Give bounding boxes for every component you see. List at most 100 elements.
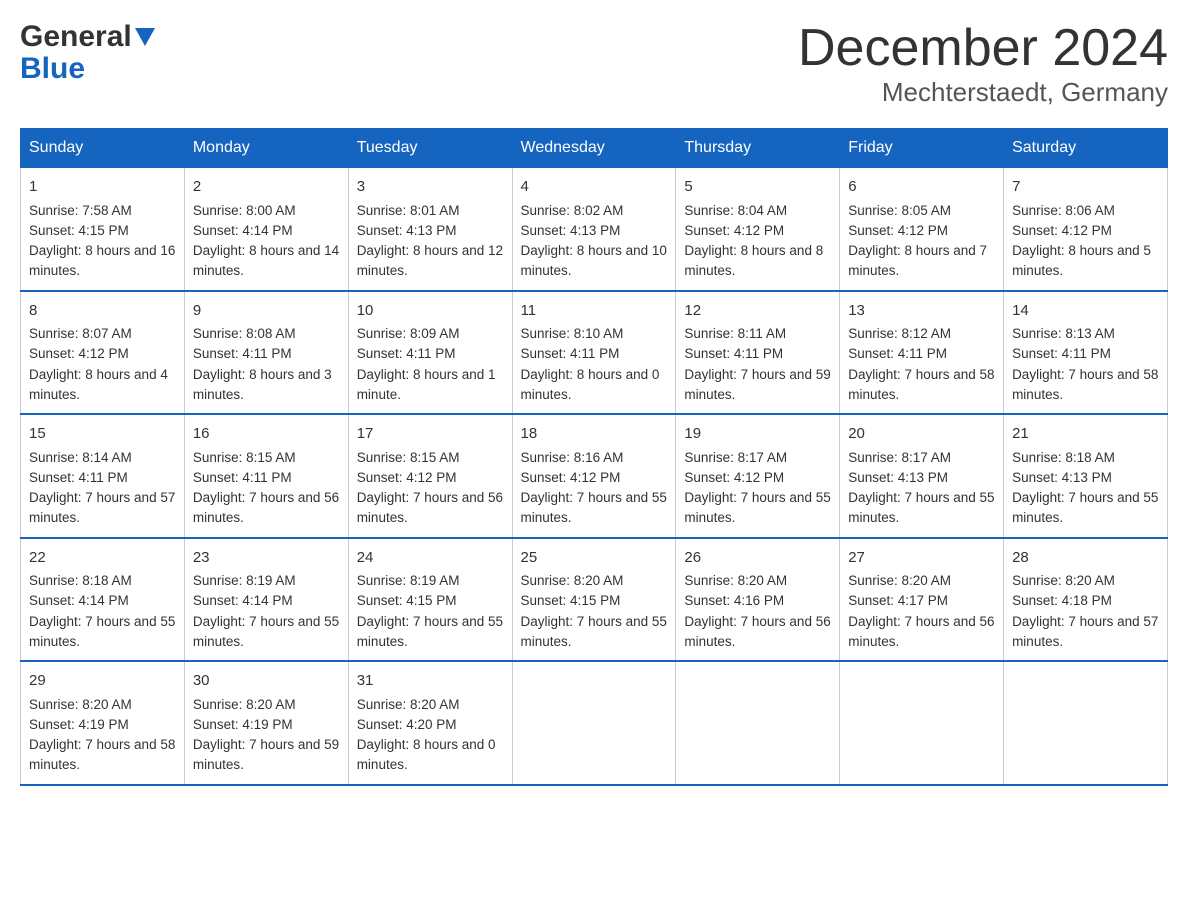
title-block: December 2024 Mechterstaedt, Germany: [798, 20, 1168, 108]
calendar-cell: [512, 661, 676, 785]
daylight-text: Daylight: 7 hours and 55 minutes.: [357, 614, 503, 649]
day-number: 24: [357, 547, 504, 570]
sunrise-text: Sunrise: 8:20 AM: [29, 697, 132, 712]
daylight-text: Daylight: 8 hours and 16 minutes.: [29, 243, 175, 278]
page-header: General Blue December 2024 Mechterstaedt…: [20, 20, 1168, 108]
sunset-text: Sunset: 4:15 PM: [521, 593, 621, 608]
sunrise-text: Sunrise: 8:14 AM: [29, 450, 132, 465]
week-row-4: 22Sunrise: 8:18 AMSunset: 4:14 PMDayligh…: [21, 538, 1168, 662]
day-number: 14: [1012, 300, 1159, 323]
daylight-text: Daylight: 8 hours and 4 minutes.: [29, 367, 168, 402]
sunset-text: Sunset: 4:11 PM: [193, 346, 292, 361]
sunset-text: Sunset: 4:12 PM: [1012, 223, 1112, 238]
day-number: 6: [848, 176, 995, 199]
sunrise-text: Sunrise: 8:09 AM: [357, 326, 460, 341]
daylight-text: Daylight: 8 hours and 0 minutes.: [521, 367, 660, 402]
calendar-cell: 5Sunrise: 8:04 AMSunset: 4:12 PMDaylight…: [676, 168, 840, 291]
daylight-text: Daylight: 7 hours and 55 minutes.: [521, 614, 667, 649]
sunrise-text: Sunrise: 8:20 AM: [684, 573, 787, 588]
calendar-cell: 27Sunrise: 8:20 AMSunset: 4:17 PMDayligh…: [840, 538, 1004, 662]
day-number: 25: [521, 547, 668, 570]
sunrise-text: Sunrise: 8:13 AM: [1012, 326, 1115, 341]
day-number: 20: [848, 423, 995, 446]
sunrise-text: Sunrise: 8:18 AM: [1012, 450, 1115, 465]
day-number: 16: [193, 423, 340, 446]
header-thursday: Thursday: [676, 129, 840, 168]
calendar-cell: 29Sunrise: 8:20 AMSunset: 4:19 PMDayligh…: [21, 661, 185, 785]
sunset-text: Sunset: 4:14 PM: [193, 593, 293, 608]
week-row-1: 1Sunrise: 7:58 AMSunset: 4:15 PMDaylight…: [21, 168, 1168, 291]
day-number: 7: [1012, 176, 1159, 199]
sunrise-text: Sunrise: 8:19 AM: [193, 573, 296, 588]
daylight-text: Daylight: 8 hours and 7 minutes.: [848, 243, 987, 278]
calendar-cell: 13Sunrise: 8:12 AMSunset: 4:11 PMDayligh…: [840, 291, 1004, 415]
sunset-text: Sunset: 4:12 PM: [684, 470, 784, 485]
calendar-cell: 6Sunrise: 8:05 AMSunset: 4:12 PMDaylight…: [840, 168, 1004, 291]
daylight-text: Daylight: 7 hours and 59 minutes.: [193, 737, 339, 772]
day-number: 30: [193, 670, 340, 693]
day-number: 15: [29, 423, 176, 446]
sunrise-text: Sunrise: 8:02 AM: [521, 203, 624, 218]
day-number: 12: [684, 300, 831, 323]
day-number: 22: [29, 547, 176, 570]
sunrise-text: Sunrise: 8:17 AM: [684, 450, 787, 465]
sunrise-text: Sunrise: 8:00 AM: [193, 203, 296, 218]
day-number: 21: [1012, 423, 1159, 446]
calendar-cell: 14Sunrise: 8:13 AMSunset: 4:11 PMDayligh…: [1004, 291, 1168, 415]
sunset-text: Sunset: 4:16 PM: [684, 593, 784, 608]
calendar-cell: 31Sunrise: 8:20 AMSunset: 4:20 PMDayligh…: [348, 661, 512, 785]
logo-arrow-icon: [135, 20, 155, 54]
day-number: 11: [521, 300, 668, 323]
calendar-cell: 19Sunrise: 8:17 AMSunset: 4:12 PMDayligh…: [676, 414, 840, 538]
day-number: 5: [684, 176, 831, 199]
daylight-text: Daylight: 8 hours and 10 minutes.: [521, 243, 667, 278]
week-row-3: 15Sunrise: 8:14 AMSunset: 4:11 PMDayligh…: [21, 414, 1168, 538]
calendar-cell: 22Sunrise: 8:18 AMSunset: 4:14 PMDayligh…: [21, 538, 185, 662]
sunrise-text: Sunrise: 8:20 AM: [357, 697, 460, 712]
daylight-text: Daylight: 8 hours and 3 minutes.: [193, 367, 332, 402]
day-number: 13: [848, 300, 995, 323]
week-row-5: 29Sunrise: 8:20 AMSunset: 4:19 PMDayligh…: [21, 661, 1168, 785]
sunrise-text: Sunrise: 8:19 AM: [357, 573, 460, 588]
sunrise-text: Sunrise: 8:20 AM: [1012, 573, 1115, 588]
daylight-text: Daylight: 7 hours and 57 minutes.: [1012, 614, 1158, 649]
sunset-text: Sunset: 4:13 PM: [521, 223, 621, 238]
day-number: 10: [357, 300, 504, 323]
sunset-text: Sunset: 4:14 PM: [29, 593, 129, 608]
daylight-text: Daylight: 7 hours and 55 minutes.: [521, 490, 667, 525]
calendar-cell: 8Sunrise: 8:07 AMSunset: 4:12 PMDaylight…: [21, 291, 185, 415]
day-number: 9: [193, 300, 340, 323]
calendar-cell: 3Sunrise: 8:01 AMSunset: 4:13 PMDaylight…: [348, 168, 512, 291]
day-number: 1: [29, 176, 176, 199]
sunset-text: Sunset: 4:11 PM: [357, 346, 456, 361]
calendar-cell: 2Sunrise: 8:00 AMSunset: 4:14 PMDaylight…: [184, 168, 348, 291]
header-friday: Friday: [840, 129, 1004, 168]
sunset-text: Sunset: 4:12 PM: [684, 223, 784, 238]
calendar-cell: 11Sunrise: 8:10 AMSunset: 4:11 PMDayligh…: [512, 291, 676, 415]
day-number: 18: [521, 423, 668, 446]
header-saturday: Saturday: [1004, 129, 1168, 168]
sunrise-text: Sunrise: 8:20 AM: [193, 697, 296, 712]
daylight-text: Daylight: 7 hours and 58 minutes.: [848, 367, 994, 402]
daylight-text: Daylight: 7 hours and 55 minutes.: [1012, 490, 1158, 525]
daylight-text: Daylight: 8 hours and 12 minutes.: [357, 243, 503, 278]
calendar-cell: 15Sunrise: 8:14 AMSunset: 4:11 PMDayligh…: [21, 414, 185, 538]
day-number: 27: [848, 547, 995, 570]
daylight-text: Daylight: 7 hours and 59 minutes.: [684, 367, 830, 402]
sunset-text: Sunset: 4:12 PM: [521, 470, 621, 485]
sunrise-text: Sunrise: 8:17 AM: [848, 450, 951, 465]
calendar-cell: 7Sunrise: 8:06 AMSunset: 4:12 PMDaylight…: [1004, 168, 1168, 291]
sunset-text: Sunset: 4:13 PM: [848, 470, 948, 485]
calendar-cell: 1Sunrise: 7:58 AMSunset: 4:15 PMDaylight…: [21, 168, 185, 291]
calendar-cell: 25Sunrise: 8:20 AMSunset: 4:15 PMDayligh…: [512, 538, 676, 662]
sunset-text: Sunset: 4:12 PM: [29, 346, 129, 361]
header-wednesday: Wednesday: [512, 129, 676, 168]
header-monday: Monday: [184, 129, 348, 168]
day-number: 17: [357, 423, 504, 446]
calendar-cell: [840, 661, 1004, 785]
day-number: 3: [357, 176, 504, 199]
calendar-cell: 16Sunrise: 8:15 AMSunset: 4:11 PMDayligh…: [184, 414, 348, 538]
daylight-text: Daylight: 7 hours and 58 minutes.: [1012, 367, 1158, 402]
daylight-text: Daylight: 7 hours and 56 minutes.: [357, 490, 503, 525]
sunset-text: Sunset: 4:12 PM: [848, 223, 948, 238]
